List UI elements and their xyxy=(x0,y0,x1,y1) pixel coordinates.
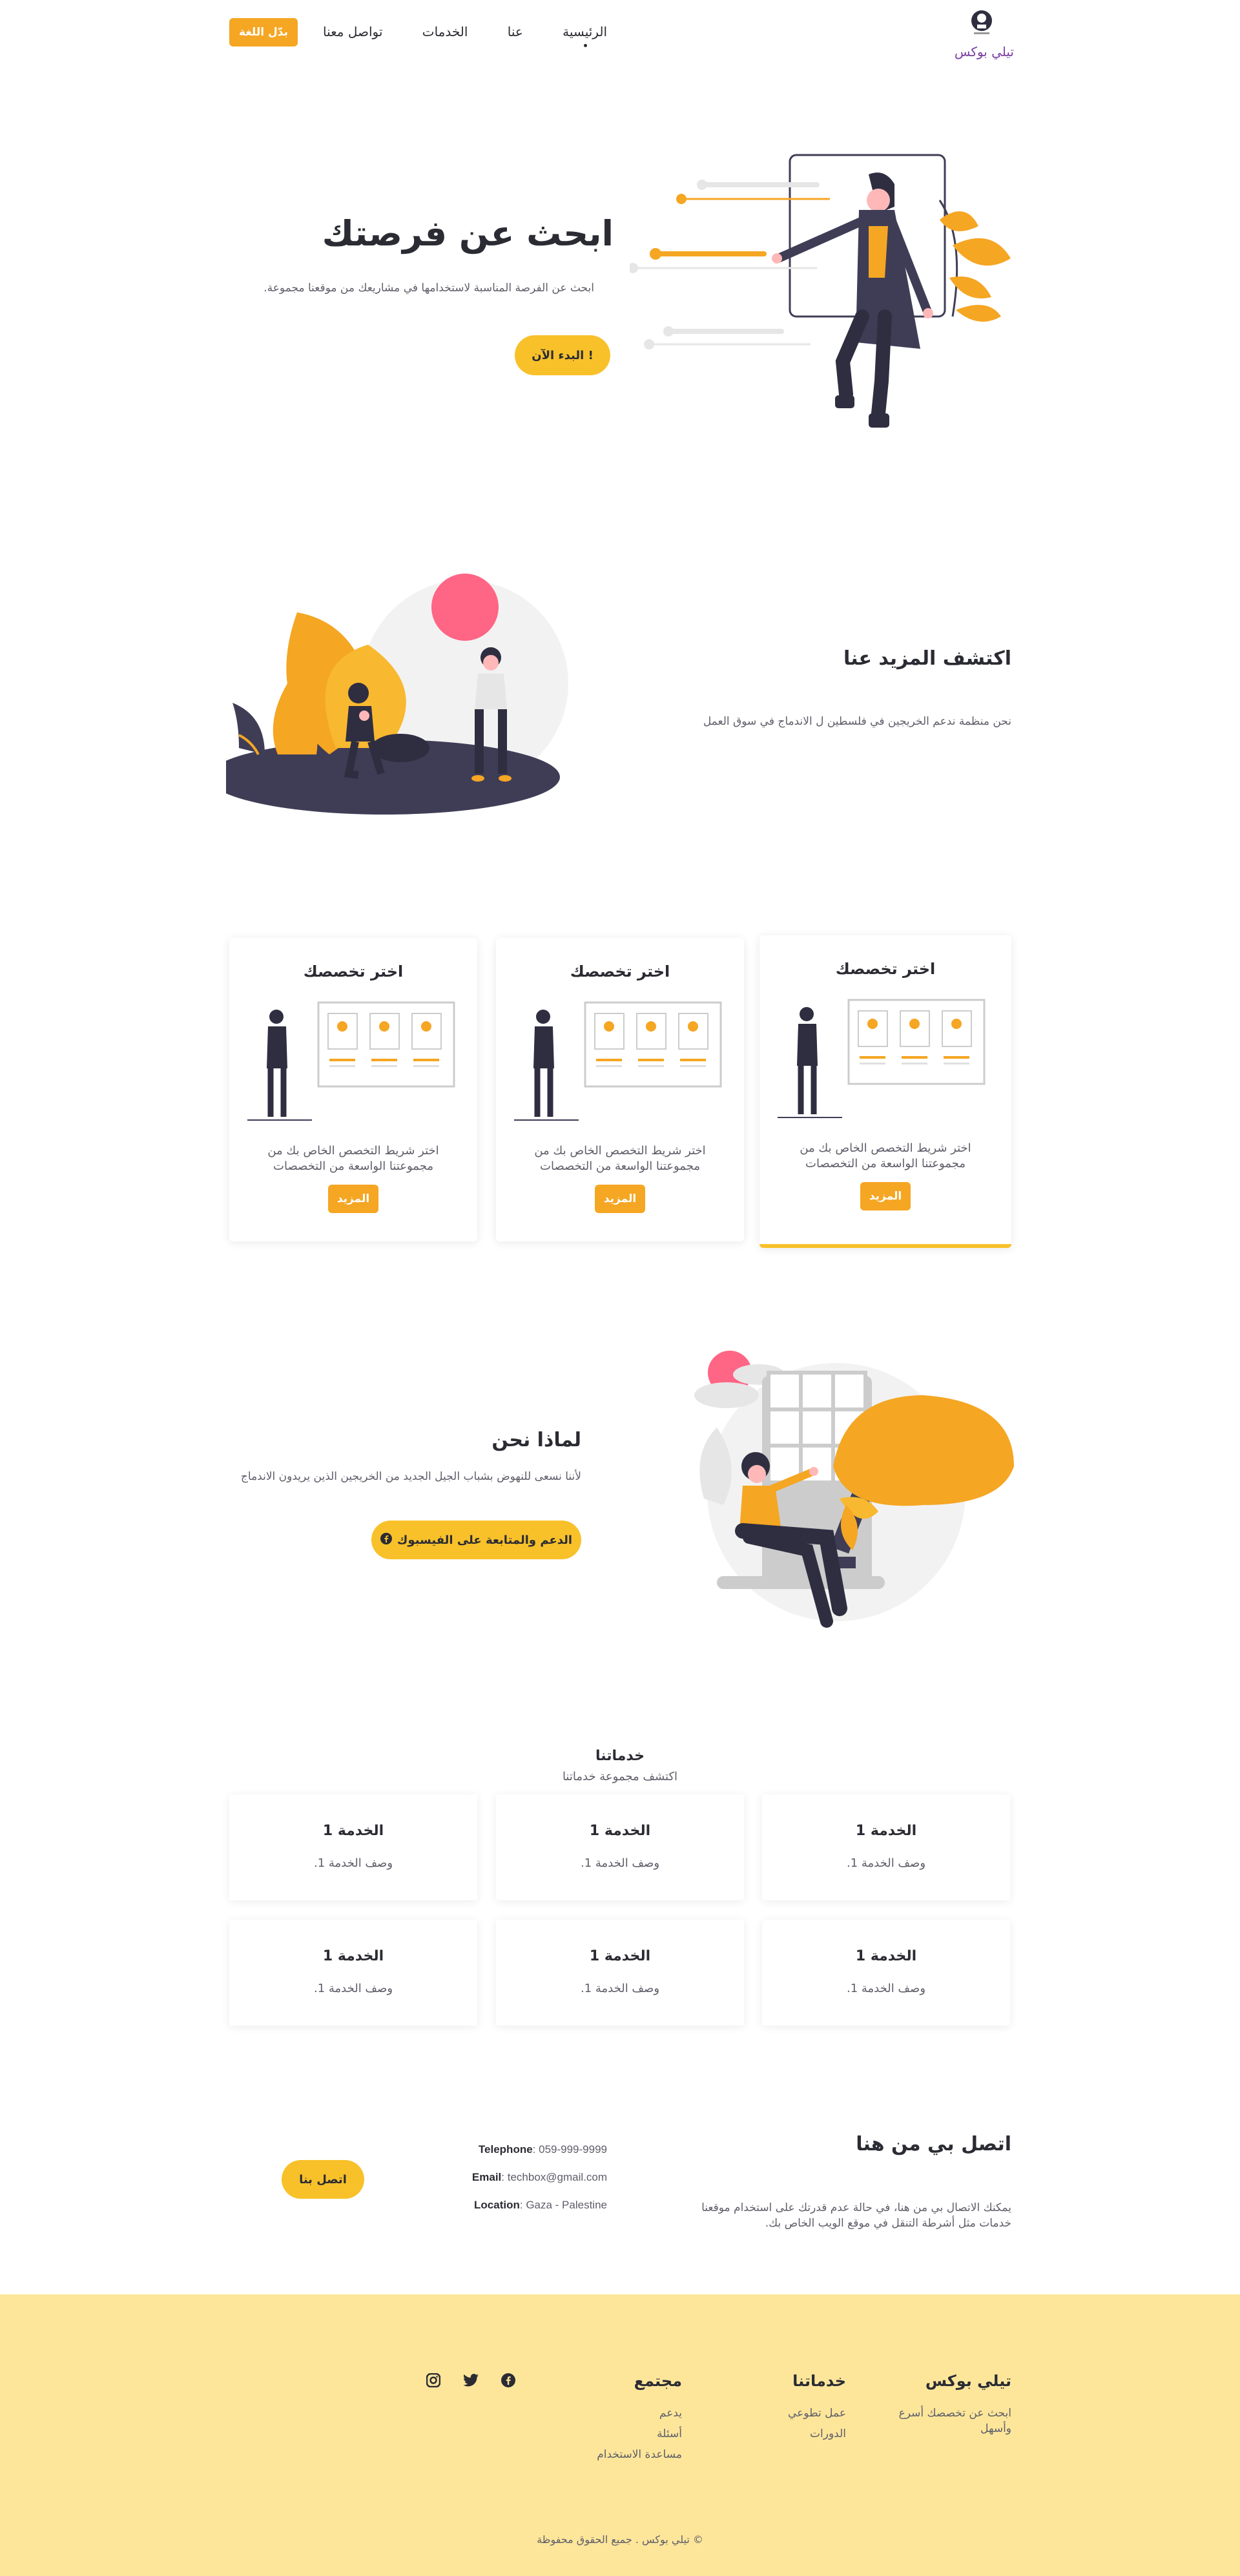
card-title: اختر تخصصك xyxy=(570,962,670,981)
more-button[interactable]: المزيد xyxy=(860,1182,911,1210)
footer-brand-title: تيلي بوكس xyxy=(925,2372,1011,2390)
email-label: Email xyxy=(471,2171,502,2183)
specialty-card-highlighted: اختر تخصصك اختر شريط التخصص الخاص بك من … xyxy=(760,935,1011,1248)
more-button[interactable]: المزيد xyxy=(328,1185,378,1213)
get-started-button[interactable]: ! البدء الآن xyxy=(515,335,610,375)
telephone-label: Telephone xyxy=(478,2143,533,2155)
instagram-icon[interactable] xyxy=(424,2371,443,2390)
service-description: وصف الخدمة 1. xyxy=(313,1856,393,1870)
card-description: اختر شريط التخصص الخاص بك من مجموعتنا ال… xyxy=(267,1144,439,1173)
footer-brand-text: ابحث عن تخصصك أسرع وأسهل xyxy=(898,2407,1011,2435)
service-card[interactable]: الخدمة 1 وصف الخدمة 1. xyxy=(496,1794,744,1900)
more-button[interactable]: المزيد xyxy=(595,1185,645,1213)
why-us-subtitle: لأننا نسعى للنهوض بشباب الجيل الجديد من … xyxy=(240,1470,581,1483)
footer-link-help[interactable]: مساعدة الاستخدام xyxy=(568,2444,682,2465)
card-title: اختر تخصصك xyxy=(303,962,404,981)
specialty-card: اختر تخصصك اختر شريط التخصص الخاص بك من … xyxy=(496,938,744,1241)
specialty-card: اختر تخصصك اختر شريط التخصص الخاص بك من … xyxy=(229,938,477,1241)
facebook-icon[interactable] xyxy=(499,2371,518,2390)
footer-services-title: خدماتنا xyxy=(792,2372,846,2390)
service-description: وصف الخدمة 1. xyxy=(313,1982,393,1995)
service-card[interactable]: الخدمة 1 وصف الخدمة 1. xyxy=(496,1920,744,2026)
facebook-follow-button[interactable]: الدعم والمتابعة على الفيسبوك xyxy=(371,1521,581,1559)
why-us-title: لماذا نحن xyxy=(491,1429,581,1451)
nav-link-services[interactable]: الخدمات xyxy=(422,24,468,39)
service-title: الخدمة 1 xyxy=(589,1823,651,1839)
contact-subtitle: يمكنك الاتصال بي من هنا، في حالة عدم قدر… xyxy=(701,2201,1011,2230)
service-title: الخدمة 1 xyxy=(322,1948,384,1964)
twitter-icon[interactable] xyxy=(461,2371,480,2390)
service-card[interactable]: الخدمة 1 وصف الخدمة 1. xyxy=(229,1794,477,1900)
service-description: وصف الخدمة 1. xyxy=(580,1856,660,1870)
contact-telephone: Telephone: 059-999-9999 xyxy=(413,2143,607,2156)
hero-illustration xyxy=(628,149,1017,446)
footer-link-volunteer[interactable]: عمل تطوعي xyxy=(762,2403,846,2424)
hero-title: ابحث عن فرصتك xyxy=(322,213,614,254)
footer-link-courses[interactable]: الدورات xyxy=(762,2424,846,2444)
location-label: Location xyxy=(474,2199,520,2211)
about-subtitle: نحن منظمة ندعم الخريجين في فلسطين ل الان… xyxy=(703,715,1011,728)
service-description: وصف الخدمة 1. xyxy=(846,1982,926,1995)
service-description: وصف الخدمة 1. xyxy=(580,1982,660,1995)
card-illustration xyxy=(247,997,460,1127)
main-nav: الرئيسية عنا الخدمات تواصل معنا xyxy=(323,22,607,47)
service-title: الخدمة 1 xyxy=(322,1823,384,1839)
footer-community-title: مجتمع xyxy=(634,2372,682,2390)
contact-location: Location: Gaza - Palestine xyxy=(413,2199,607,2212)
copyright: © تيلي بوكس . جميع الحقوق محفوظة xyxy=(537,2533,703,2546)
service-description: وصف الخدمة 1. xyxy=(846,1856,926,1870)
footer-link-support[interactable]: يدعم xyxy=(568,2403,682,2424)
services-title: خدماتنا xyxy=(595,1748,645,1764)
logo-icon[interactable] xyxy=(967,8,996,36)
contact-title: اتصل بي من هنا xyxy=(856,2133,1011,2155)
facebook-icon xyxy=(380,1532,392,1548)
telephone-value: : 059-999-9999 xyxy=(532,2143,607,2155)
hero-subtitle: ابحث عن الفرصة المناسبة لاستخدامها في مش… xyxy=(264,282,594,295)
language-toggle-button[interactable]: بدّل اللغة xyxy=(229,18,298,47)
brand-name[interactable]: تيلي بوكس xyxy=(943,44,1014,59)
about-title: اكتشف المزيد عنا xyxy=(843,647,1011,670)
card-title: اختر تخصصك xyxy=(835,960,936,978)
service-title: الخدمة 1 xyxy=(589,1948,651,1964)
contact-us-button[interactable]: اتصل بنا xyxy=(282,2160,364,2199)
services-subtitle: اكتشف مجموعة خدماتنا xyxy=(562,1770,678,1783)
card-illustration xyxy=(778,995,991,1124)
nav-link-about[interactable]: عنا xyxy=(508,24,523,39)
card-illustration xyxy=(514,997,727,1127)
contact-email: Email: techbox@gmail.com xyxy=(413,2171,607,2184)
email-value[interactable]: : techbox@gmail.com xyxy=(501,2171,607,2183)
service-card[interactable]: الخدمة 1 وصف الخدمة 1. xyxy=(229,1920,477,2026)
service-card[interactable]: الخدمة 1 وصف الخدمة 1. xyxy=(762,1920,1010,2026)
nav-link-contact[interactable]: تواصل معنا xyxy=(323,24,382,39)
why-us-illustration xyxy=(652,1337,1020,1647)
service-title: الخدمة 1 xyxy=(855,1948,917,1964)
service-title: الخدمة 1 xyxy=(855,1823,917,1839)
about-illustration xyxy=(209,561,588,832)
card-description: اختر شريط التخصص الخاص بك من مجموعتنا ال… xyxy=(534,1144,706,1173)
location-value: : Gaza - Palestine xyxy=(519,2199,607,2211)
footer-link-questions[interactable]: أسئلة xyxy=(568,2424,682,2444)
card-description: اختر شريط التخصص الخاص بك من مجموعتنا ال… xyxy=(800,1141,971,1170)
service-card[interactable]: الخدمة 1 وصف الخدمة 1. xyxy=(762,1794,1010,1900)
nav-link-home[interactable]: الرئيسية xyxy=(563,24,607,47)
facebook-follow-label: الدعم والمتابعة على الفيسبوك xyxy=(397,1533,573,1547)
